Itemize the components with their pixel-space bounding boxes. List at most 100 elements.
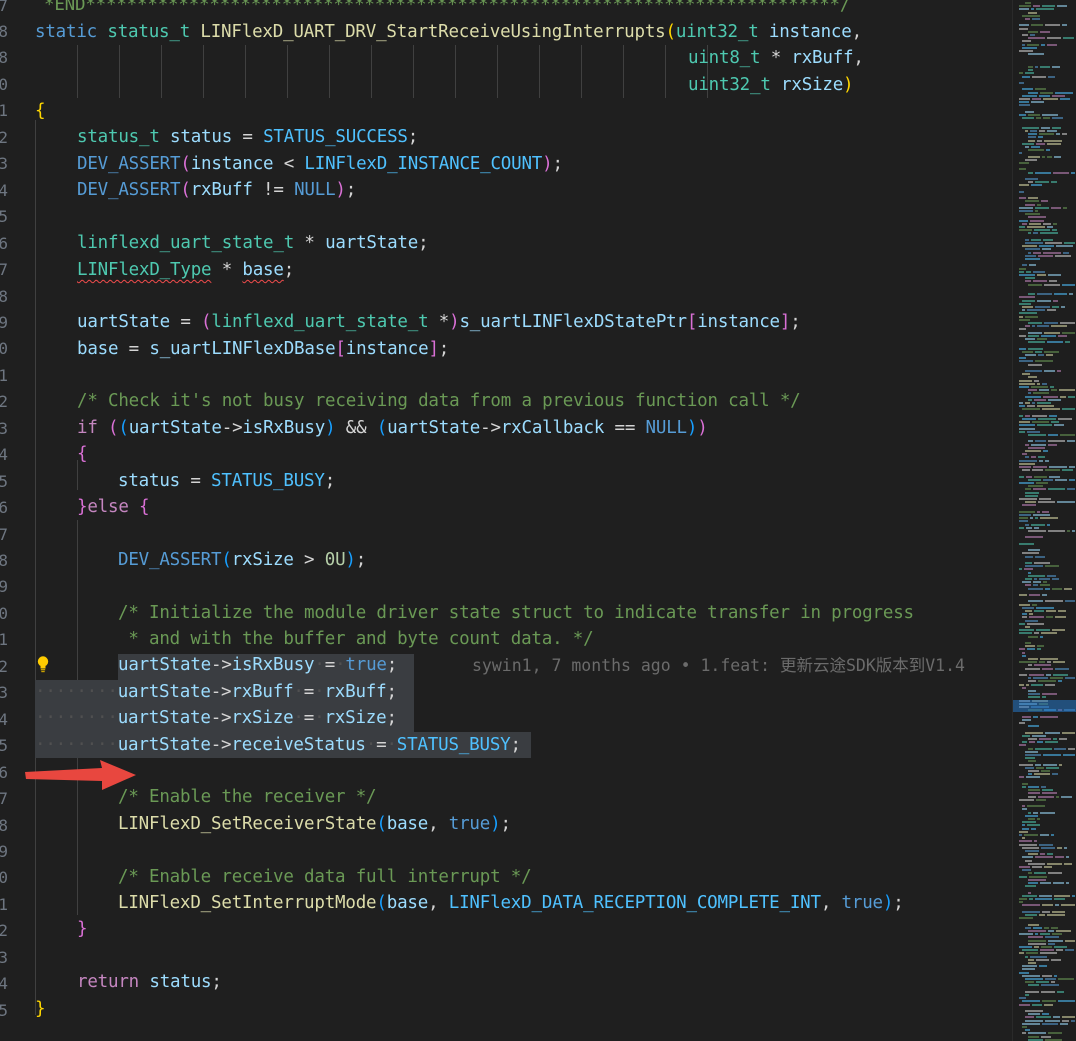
line-number: 0 — [0, 74, 8, 94]
minimap-line — [1052, 94, 1065, 97]
const: STATUS_BUSY — [211, 471, 325, 491]
minimap-line — [1022, 222, 1027, 225]
minimap-line — [1028, 30, 1038, 33]
line-number: 6 — [0, 498, 8, 518]
code-line[interactable]: DEV_ASSERT(rxBuff != NULL); — [77, 177, 356, 203]
var: s_uartLINFlexDBase — [149, 339, 336, 359]
line-number: 0 — [0, 603, 8, 623]
lightbulb-icon[interactable] — [36, 655, 50, 673]
minimap-line — [1037, 645, 1044, 648]
line-number: 8 — [0, 815, 8, 835]
minimap-line — [1036, 981, 1049, 984]
comment: * and with the buffer and byte count dat… — [118, 629, 594, 649]
code-line[interactable]: { — [77, 441, 88, 467]
minimap-line — [1028, 376, 1037, 379]
code-line[interactable]: uint8_t * rxBuff, — [688, 45, 864, 71]
code-line-selected[interactable]: ········uartState->rxSize·=·rxSize; — [35, 705, 397, 731]
minimap-line — [1040, 66, 1050, 68]
minimap-line — [1019, 526, 1024, 529]
minimap-line — [1026, 475, 1032, 478]
minimap-line — [1019, 98, 1030, 100]
code-line-selected[interactable]: ········uartState->rxBuff·=·rxBuff; — [35, 679, 397, 705]
minimap-line — [1019, 674, 1027, 676]
code-line[interactable]: uint32_t rxSize) — [688, 72, 854, 98]
minimap-line — [1037, 405, 1054, 408]
minimap-line — [1062, 331, 1075, 334]
minimap-line — [1028, 818, 1035, 820]
minimap-line — [1028, 155, 1040, 158]
code-line-selected[interactable]: ········uartState->receiveStatus·=·STATU… — [35, 732, 521, 758]
minimap-line — [1022, 46, 1037, 49]
minimap-line — [1025, 2, 1031, 4]
minimap-line — [1034, 379, 1039, 382]
code-line[interactable]: /* Check it's not busy receiving data fr… — [77, 388, 801, 414]
minimap[interactable] — [1012, 0, 1076, 1041]
minimap-line — [1045, 683, 1055, 686]
minimap-line — [1045, 587, 1050, 590]
code-line[interactable]: LINFlexD_Type * base; — [77, 257, 294, 283]
minimap-line — [1036, 117, 1041, 120]
code-line[interactable]: /* Initialize the module driver state st… — [118, 600, 914, 626]
minimap-line — [1028, 738, 1037, 740]
minimap-line — [1028, 882, 1038, 884]
code-line[interactable]: if ((uartState->isRxBusy) && (uartState-… — [77, 415, 708, 441]
code-line[interactable]: } — [35, 996, 46, 1022]
code-line[interactable]: } — [77, 916, 88, 942]
minimap-line — [1025, 414, 1030, 417]
code-line[interactable]: status_t status = STATUS_SUCCESS; — [77, 124, 418, 150]
minimap-line — [1028, 936, 1043, 939]
code-line-selected[interactable]: uartState->isRxBusy·=·true; — [118, 652, 397, 678]
minimap-line — [1032, 603, 1037, 606]
minimap-line — [1056, 930, 1071, 932]
minimap-line — [1040, 91, 1053, 94]
code-line[interactable]: static status_t LINFlexD_UART_DRV_StartR… — [35, 19, 862, 45]
line-number: 0 — [0, 868, 8, 888]
code-line[interactable]: base = s_uartLINFlexDBase[instance]; — [77, 336, 449, 362]
code-line[interactable]: linflexd_uart_state_t * uartState; — [77, 230, 429, 256]
minimap-line — [1025, 754, 1041, 756]
minimap-line — [1043, 395, 1058, 398]
minimap-line — [1019, 744, 1026, 747]
code-line[interactable]: *END************************************… — [44, 0, 850, 18]
minimap-line — [1054, 898, 1065, 900]
minimap-line — [1022, 1000, 1040, 1003]
code-line[interactable]: DEV_ASSERT(rxSize > 0U); — [118, 547, 366, 573]
minimap-line — [1031, 24, 1043, 27]
minimap-line — [1043, 581, 1047, 584]
minimap-line — [1063, 37, 1074, 40]
minimap-line — [1051, 926, 1058, 929]
code-line[interactable]: /* Enable receive data full interrupt */ — [118, 864, 532, 890]
minimap-line — [1051, 421, 1059, 424]
code-line[interactable]: status = STATUS_BUSY; — [118, 468, 335, 494]
code-line[interactable]: * and with the buffer and byte count dat… — [118, 626, 593, 652]
minimap-line — [1053, 222, 1057, 225]
const: true — [448, 814, 491, 834]
minimap-line — [1052, 126, 1061, 129]
minimap-line — [1029, 613, 1033, 616]
minimap-line — [1043, 117, 1050, 120]
minimap-line — [1028, 171, 1033, 174]
minimap-viewport[interactable] — [1013, 700, 1076, 712]
code-line[interactable]: DEV_ASSERT(instance < LINFlexD_INSTANCE_… — [77, 151, 563, 177]
minimap-line — [1019, 514, 1031, 516]
code-line[interactable]: LINFlexD_SetReceiverState(base, true); — [118, 811, 511, 837]
minimap-line — [1034, 526, 1039, 529]
code-line[interactable]: uartState = (linflexd_uart_state_t *)s_u… — [77, 309, 801, 335]
indent-guide — [665, 45, 666, 98]
code-line[interactable]: }else { — [77, 494, 150, 520]
minimap-line — [1019, 226, 1025, 228]
macro: DEV_ASSERT — [77, 154, 181, 174]
code-line[interactable]: /* Enable the receiver */ — [118, 784, 377, 810]
minimap-line — [1019, 5, 1031, 8]
code-line[interactable]: LINFlexD_SetInterruptMode(base, LINFlexD… — [118, 890, 904, 916]
code-line[interactable]: return status; — [77, 969, 222, 995]
code-line[interactable]: { — [35, 98, 46, 124]
minimap-line — [1052, 629, 1065, 632]
line-number: 1 — [0, 894, 8, 914]
code-editor[interactable]: *END************************************… — [0, 0, 1012, 1041]
minimap-line — [1056, 133, 1060, 136]
minimap-line — [1035, 66, 1038, 68]
minimap-line — [1028, 635, 1038, 638]
minimap-line — [1019, 798, 1034, 801]
minimap-line — [1033, 677, 1048, 680]
